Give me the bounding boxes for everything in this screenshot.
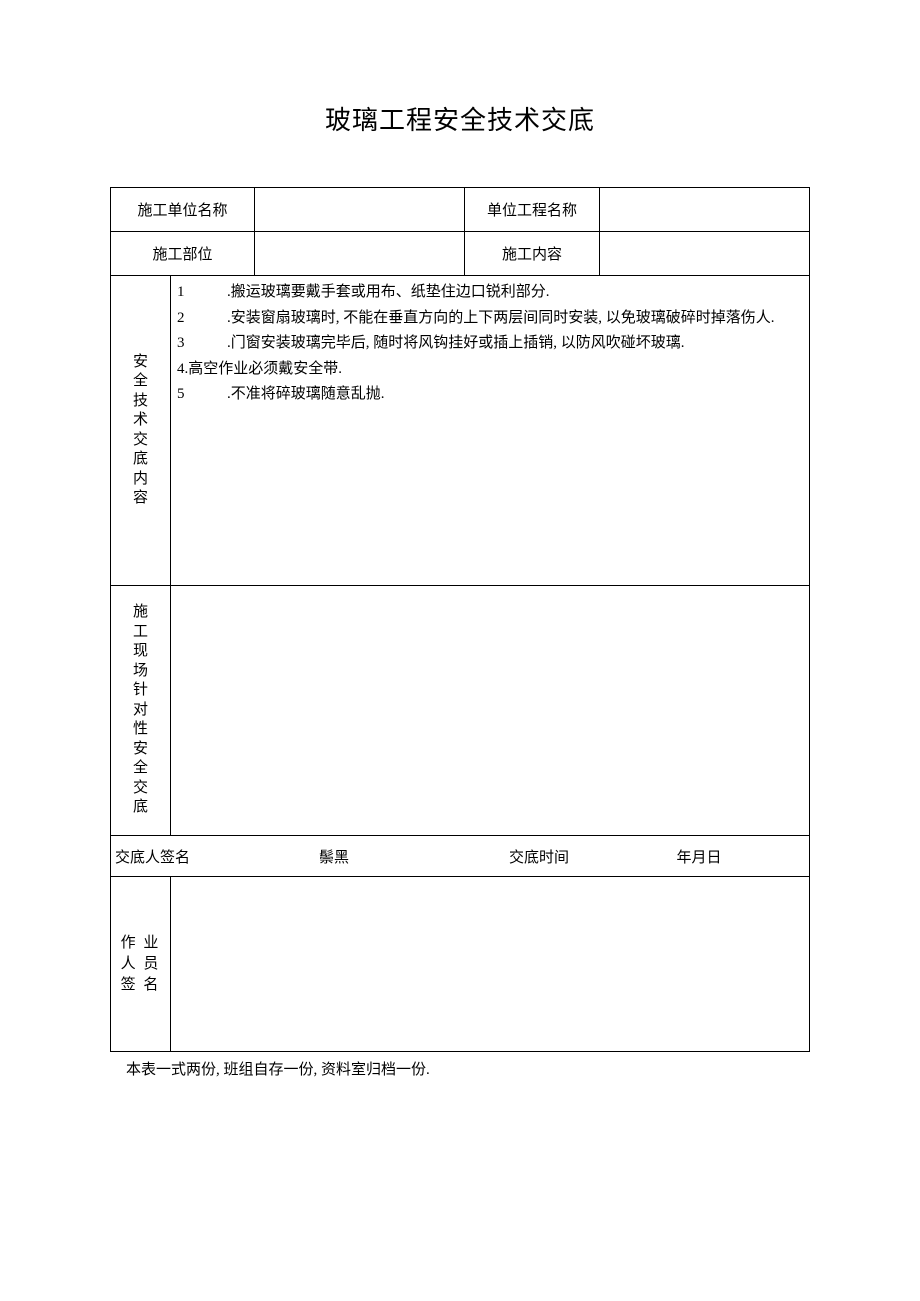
safety-content-cell: 1.搬运玻璃要戴手套或用布、纸垫住边口锐利部分.2.安装窗扇玻璃时, 不能在垂直… — [171, 276, 810, 586]
footnote: 本表一式两份, 班组自存一份, 资料室归档一份. — [110, 1058, 810, 1079]
value-construction-content — [600, 232, 810, 276]
label-project-name: 单位工程名称 — [465, 188, 600, 232]
value-sign-time: 年月日 — [589, 836, 809, 876]
label-safety-content: 安全技术交底内容 — [111, 276, 171, 586]
value-worker-sign — [171, 877, 810, 1052]
safety-item: 1.搬运玻璃要戴手套或用布、纸垫住边口锐利部分. — [177, 280, 803, 306]
row-unit: 施工单位名称 单位工程名称 — [111, 188, 810, 232]
label-sign-time: 交底时间 — [469, 836, 589, 876]
value-signer: 鬃黑 — [199, 836, 469, 876]
site-specific-content — [171, 586, 810, 836]
label-construction-unit: 施工单位名称 — [111, 188, 255, 232]
label-worker-sign: 作 业人 员签 名 — [111, 877, 171, 1052]
label-site-specific: 施工现场针对性安全交底 — [111, 586, 171, 836]
value-project-name — [600, 188, 810, 232]
safety-item: 3.门窗安装玻璃完毕后, 随时将风钩挂好或插上插销, 以防风吹碰坏玻璃. — [177, 331, 803, 357]
row-part: 施工部位 施工内容 — [111, 232, 810, 276]
row-safety-content: 安全技术交底内容 1.搬运玻璃要戴手套或用布、纸垫住边口锐利部分.2.安装窗扇玻… — [111, 276, 810, 586]
label-construction-part: 施工部位 — [111, 232, 255, 276]
value-construction-part — [255, 232, 465, 276]
safety-item: 4.高空作业必须戴安全带. — [177, 357, 803, 383]
document-title: 玻璃工程安全技术交底 — [110, 100, 810, 137]
value-construction-unit — [255, 188, 465, 232]
row-worker-sign: 作 业人 员签 名 — [111, 877, 810, 1052]
row-signer: 交底人签名 鬃黑 交底时间 年月日 — [111, 836, 810, 877]
row-site-specific: 施工现场针对性安全交底 — [111, 586, 810, 836]
safety-item: 5.不准将碎玻璃随意乱抛. — [177, 382, 803, 408]
form-table: 施工单位名称 单位工程名称 施工部位 施工内容 安全技术交底内容 1.搬运玻璃要… — [110, 187, 810, 1052]
label-signer: 交底人签名 — [111, 836, 199, 876]
label-construction-content: 施工内容 — [465, 232, 600, 276]
safety-item: 2.安装窗扇玻璃时, 不能在垂直方向的上下两层间同时安装, 以免玻璃破碎时掉落伤… — [177, 306, 803, 332]
